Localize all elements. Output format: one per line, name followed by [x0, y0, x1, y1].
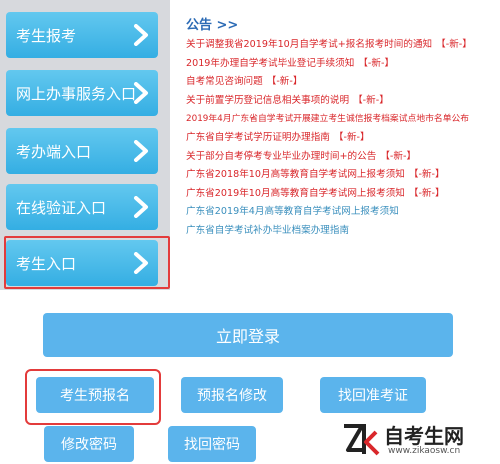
new-tag: 【-新-】	[358, 57, 395, 69]
notice-text: 广东省2019年4月高等教育自学考试网上报考须知	[186, 206, 399, 218]
new-tag: 【-新-】	[436, 39, 472, 50]
notice-item[interactable]: 广东省2019年4月高等教育自学考试网上报考须知	[186, 203, 500, 222]
new-tag: 【-新-】	[353, 94, 389, 106]
notice-item[interactable]: 关于调整我省2019年10月自学考试+报名报考时间的通知 【-新-】	[186, 36, 500, 55]
notice-text: 自考常见咨询问题	[186, 76, 263, 88]
find-password-button[interactable]: 找回密码	[168, 426, 256, 462]
nav-button-online-services[interactable]: 网上办事服务入口	[6, 70, 158, 116]
notice-text: 关于调整我省2019年10月自学考试+报名报考时间的通知	[186, 39, 433, 50]
pre-registration-button[interactable]: 考生预报名	[36, 377, 154, 413]
chevron-right-icon	[130, 79, 152, 107]
notice-item[interactable]: 2019年办理自学考试毕业登记手续须知 【-新-】	[186, 55, 500, 74]
notice-item[interactable]: 2019年4月广东省自学考试开展建立考生诚信报考档案试点地市名单公布	[186, 110, 500, 129]
notice-item[interactable]: 广东省2019年10月高等教育自学考试网上报考须知 【-新-】	[186, 185, 500, 204]
notice-text: 广东省2019年10月高等教育自学考试网上报考须知	[186, 187, 405, 199]
notice-text: 关于部分自考停考专业毕业办理时间+的公告	[186, 150, 377, 162]
notice-text: 2019年4月广东省自学考试开展建立考生诚信报考档案试点地市名单公布	[186, 114, 470, 125]
watermark-url: www.zikaosw.cn	[388, 446, 461, 456]
new-tag: 【-新-】	[380, 150, 417, 162]
new-tag: 【-新-】	[266, 76, 303, 88]
highlight-box-candidate-entry	[4, 236, 170, 289]
notice-text: 2019年办理自学考试毕业登记手续须知	[186, 57, 355, 69]
notice-text: 广东省自学考试补办毕业档案办理指南	[186, 224, 350, 236]
watermark-site-name: 自考生网	[384, 424, 464, 448]
chevron-right-icon	[130, 193, 152, 221]
notice-item[interactable]: 广东省2018年10月高等教育自学考试网上报考须知 【-新-】	[186, 166, 500, 185]
change-password-button[interactable]: 修改密码	[44, 426, 134, 462]
notice-title: 公告 >>	[186, 18, 239, 33]
notice-item[interactable]: 广东省自学考试学历证明办理指南 【-新-】	[186, 129, 500, 148]
nav-button-exam-registration[interactable]: 考生报考	[6, 12, 158, 58]
chevron-right-icon	[130, 21, 152, 49]
notice-item[interactable]: 关于部分自考停考专业毕业办理时间+的公告 【-新-】	[186, 148, 500, 167]
new-tag: 【-新-】	[408, 169, 445, 181]
notice-item[interactable]: 关于前置学历登记信息相关事项的说明 【-新-】	[186, 92, 500, 111]
find-admission-ticket-button[interactable]: 找回准考证	[320, 377, 426, 413]
modify-pre-registration-button[interactable]: 预报名修改	[181, 377, 283, 413]
notice-item[interactable]: 广东省自学考试补办毕业档案办理指南	[186, 222, 500, 241]
notice-text: 广东省2018年10月高等教育自学考试网上报考须知	[186, 169, 405, 181]
notice-text: 关于前置学历登记信息相关事项的说明	[186, 94, 350, 106]
notice-list: 关于调整我省2019年10月自学考试+报名报考时间的通知 【-新-】 2019年办…	[186, 36, 500, 241]
watermark: 自考生网 www.zikaosw.cn	[340, 418, 498, 462]
new-tag: 【-新-】	[333, 131, 370, 143]
notice-item[interactable]: 自考常见咨询问题 【-新-】	[186, 73, 500, 92]
login-button[interactable]: 立即登录	[43, 313, 453, 357]
zk-logo-icon	[344, 424, 380, 456]
nav-button-exam-office[interactable]: 考办端入口	[6, 128, 158, 174]
new-tag: 【-新-】	[408, 187, 445, 199]
side-nav-panel: 考生报考 网上办事服务入口 考办端入口 在线验证入口 考生入口	[0, 0, 170, 290]
notice-text: 广东省自学考试学历证明办理指南	[186, 131, 330, 143]
chevron-right-icon	[130, 137, 152, 165]
nav-button-online-verification[interactable]: 在线验证入口	[6, 184, 158, 230]
